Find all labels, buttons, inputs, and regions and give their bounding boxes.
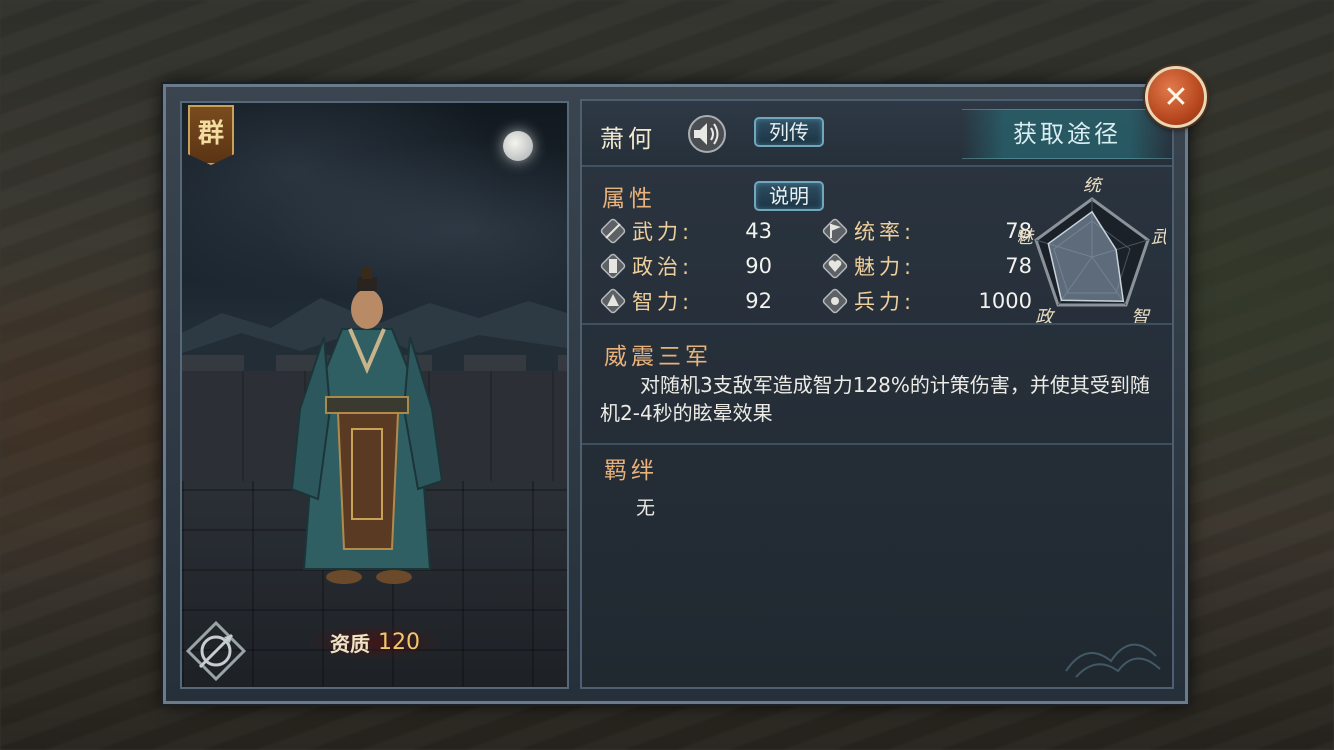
aptitude-value: 120 <box>378 629 420 655</box>
radar-label-force: 武 <box>1151 227 1166 248</box>
attribute-radar-chart: 统 武 智 政 魅 <box>1018 177 1166 327</box>
radar-label-command: 统 <box>1083 177 1104 196</box>
fan-icon <box>600 288 626 314</box>
radar-label-charm: 魅 <box>1018 227 1035 248</box>
skill-name: 威震三军 <box>604 344 712 370</box>
name-header-row: 萧何 列传 获取途径 <box>582 101 1172 167</box>
class-emblem-icon[interactable] <box>186 621 246 681</box>
stat-value: 43 <box>745 219 772 243</box>
stat-politics: 政治: 90 <box>600 252 772 280</box>
general-character-figure <box>290 267 444 584</box>
scroll-icon <box>600 253 626 279</box>
stat-label: 武力: <box>632 220 694 244</box>
stat-label: 统率: <box>854 220 916 244</box>
stat-command: 统率: 78 <box>822 217 1032 245</box>
acquire-method-button[interactable]: 获取途径 <box>962 109 1172 159</box>
stat-force: 武力: 43 <box>600 217 772 245</box>
divider <box>582 323 1172 325</box>
general-portrait-panel: 群 资质 120 <box>180 101 569 689</box>
troops-icon <box>822 288 848 314</box>
bonds-title: 羁绊 <box>604 458 658 484</box>
close-button[interactable]: ✕ <box>1145 66 1207 128</box>
flag-icon <box>822 218 848 244</box>
faction-label: 群 <box>197 118 224 149</box>
attributes-title: 属性 <box>602 186 656 212</box>
faction-banner-badge: 群 <box>188 105 234 165</box>
stat-charm: 魅力: 78 <box>822 252 1032 280</box>
explain-button[interactable]: 说明 <box>754 181 824 211</box>
stat-intelligence: 智力: 92 <box>600 287 772 315</box>
general-info-panel: 萧何 列传 获取途径 属性 说明 武力: 43 政治: 90 智力: 92 统率… <box>580 99 1174 689</box>
stat-troops: 兵力: 1000 <box>822 287 1032 315</box>
voice-speaker-icon[interactable] <box>686 115 728 153</box>
bonds-value: 无 <box>636 497 656 519</box>
general-name: 萧何 <box>600 125 656 153</box>
stat-value: 90 <box>745 254 772 278</box>
stat-label: 智力: <box>632 290 694 314</box>
aptitude-label: 资质 <box>330 631 370 656</box>
heart-icon <box>822 253 848 279</box>
stat-label: 政治: <box>632 255 694 279</box>
sword-icon <box>600 218 626 244</box>
skill-description: 对随机3支敌军造成智力128%的计策伤害，并使其受到随机2-4秒的眩晕效果 <box>600 373 1150 425</box>
aptitude-display: 资质 120 <box>310 625 440 659</box>
close-icon: ✕ <box>1163 79 1189 115</box>
stat-label: 魅力: <box>854 255 916 279</box>
biography-button[interactable]: 列传 <box>754 117 824 147</box>
cloud-ornament <box>1065 643 1161 678</box>
moon <box>503 131 533 161</box>
general-detail-dialog: 群 资质 120 萧何 列传 获取途径 属性 说明 武力: 43 政治: 90 … <box>163 84 1188 704</box>
divider <box>582 443 1172 445</box>
stat-label: 兵力: <box>854 290 916 314</box>
stat-value: 92 <box>745 289 772 313</box>
